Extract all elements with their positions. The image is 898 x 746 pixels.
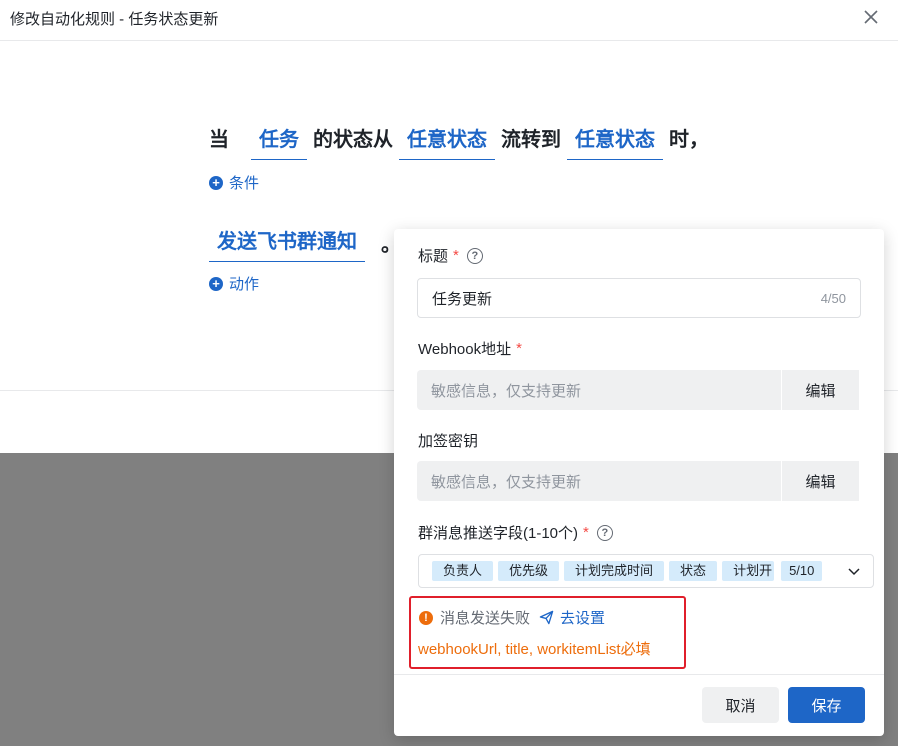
secret-placeholder: 敏感信息，仅支持更新 xyxy=(431,473,582,491)
send-icon xyxy=(539,610,554,625)
panel-footer-divider xyxy=(394,674,884,675)
close-icon[interactable] xyxy=(860,6,882,28)
rule-prefix: 当 xyxy=(209,129,229,151)
webhook-edit-button[interactable]: 编辑 xyxy=(781,370,859,410)
secret-edit-button[interactable]: 编辑 xyxy=(781,461,859,501)
field-tag: 优先级 xyxy=(498,561,560,581)
rule-middle-1: 的状态从 xyxy=(313,129,393,151)
warning-icon: ! xyxy=(419,610,433,625)
dialog-header: 修改自动化规则 - 任务状态更新 xyxy=(0,0,898,41)
dialog-title: 修改自动化规则 - 任务状态更新 xyxy=(10,11,219,28)
webhook-placeholder: 敏感信息，仅支持更新 xyxy=(431,382,582,400)
to-status-selector[interactable]: 任意状态 xyxy=(567,124,663,160)
goto-settings-link[interactable]: 去设置 xyxy=(539,607,605,628)
help-icon[interactable]: ? xyxy=(596,524,613,541)
title-label-text: 标题 xyxy=(418,248,449,265)
add-condition-button[interactable]: + 条件 xyxy=(209,172,259,193)
rule-suffix: 时， xyxy=(669,129,709,151)
tags-count-badge: 5/10 xyxy=(781,561,823,581)
required-mark: * xyxy=(583,524,589,541)
add-action-button[interactable]: + 动作 xyxy=(209,273,259,294)
cancel-button[interactable]: 取消 xyxy=(702,687,779,723)
from-status-selector[interactable]: 任意状态 xyxy=(399,124,495,160)
goto-settings-label: 去设置 xyxy=(560,610,606,627)
secret-input[interactable]: 敏感信息，仅支持更新 编辑 xyxy=(417,461,859,501)
rule-middle-2: 流转到 xyxy=(501,129,561,151)
title-field-label: 标题 * ? xyxy=(418,245,483,266)
fields-field-label: 群消息推送字段(1-10个) * ? xyxy=(418,522,613,543)
action-config-popover: 标题 * ? 任务更新 4/50 Webhook地址 * 敏感信息，仅支持更新 … xyxy=(394,229,884,736)
add-condition-label: 条件 xyxy=(229,175,260,192)
plus-circle-icon: + xyxy=(209,276,223,291)
webhook-label-text: Webhook地址 xyxy=(418,341,512,358)
action-selector[interactable]: 发送飞书群通知 xyxy=(209,226,365,262)
field-tag: 计划完成时间 xyxy=(564,561,665,581)
required-mark: * xyxy=(516,340,522,357)
rule-sentence: 当 任务 的状态从 任意状态 流转到 任意状态 时， xyxy=(209,124,709,162)
title-input[interactable]: 任务更新 4/50 xyxy=(417,278,861,318)
error-title: 消息发送失败 xyxy=(440,610,531,627)
save-button[interactable]: 保存 xyxy=(788,687,865,723)
field-tag: 状态 xyxy=(669,561,718,581)
help-icon[interactable]: ? xyxy=(466,247,483,264)
field-tag: 计划开 xyxy=(722,561,775,581)
webhook-input[interactable]: 敏感信息，仅支持更新 编辑 xyxy=(417,370,859,410)
secret-field-label: 加签密钥 xyxy=(418,430,478,451)
chevron-down-icon[interactable] xyxy=(847,564,861,578)
error-detail: webhookUrl, title, workitemList必填 xyxy=(418,641,651,658)
fields-label-text: 群消息推送字段(1-10个) xyxy=(418,525,579,542)
field-tag: 负责人 xyxy=(432,561,494,581)
title-char-counter: 4/50 xyxy=(820,290,846,306)
title-input-value: 任务更新 xyxy=(432,290,493,308)
error-header: ! 消息发送失败 去设置 xyxy=(419,607,605,628)
webhook-field-label: Webhook地址 * xyxy=(418,338,522,359)
add-action-label: 动作 xyxy=(229,276,260,293)
plus-circle-icon: + xyxy=(209,175,223,190)
entity-selector[interactable]: 任务 xyxy=(251,124,307,160)
error-message-box: ! 消息发送失败 去设置 webhookUrl, title, workitem… xyxy=(409,596,686,669)
required-mark: * xyxy=(453,247,459,264)
secret-label-text: 加签密钥 xyxy=(418,433,479,450)
push-fields-select[interactable]: 负责人 优先级 计划完成时间 状态 计划开 5/10 xyxy=(418,554,874,588)
